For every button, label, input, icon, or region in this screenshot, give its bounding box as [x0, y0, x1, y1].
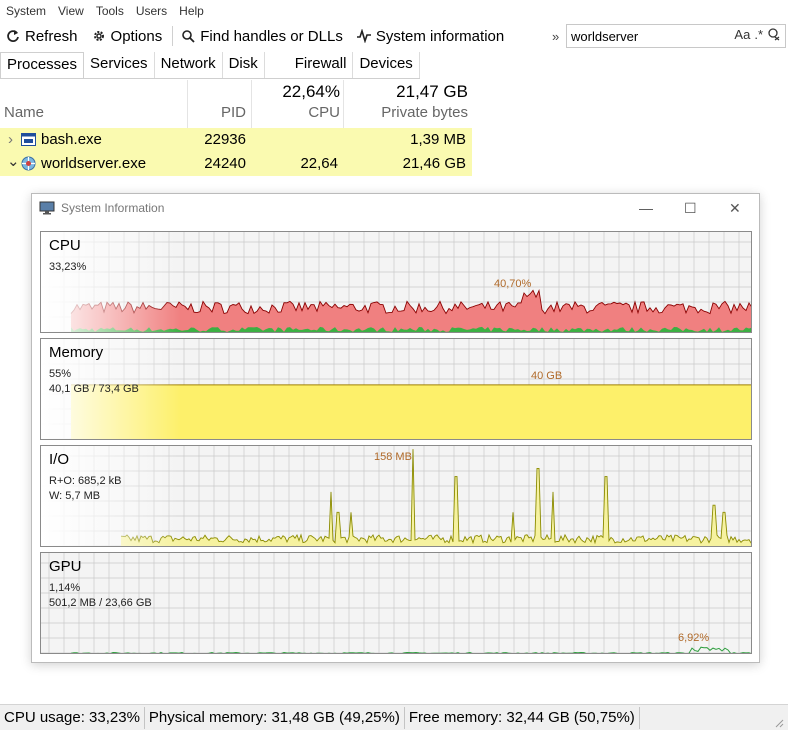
resize-grip-icon[interactable]: [772, 716, 784, 728]
cpu-graph-panel[interactable]: CPU 33,23% 40,70%: [40, 231, 752, 333]
process-name: bash.exe: [41, 131, 102, 148]
collapse-chevron-icon[interactable]: ⌄: [7, 152, 20, 170]
tab-disk[interactable]: Disk: [223, 52, 265, 78]
system-informer-app: System View Tools Users Help Refresh Opt…: [0, 0, 788, 730]
table-row[interactable]: ⌄ worldserver.exe 24240 22,64 21,46 GB: [0, 152, 472, 176]
options-button[interactable]: Options: [86, 23, 171, 49]
find-handles-label: Find handles or DLLs: [200, 27, 343, 45]
cpu-usage-value: 33,23%: [49, 261, 87, 273]
system-information-button[interactable]: System information: [351, 23, 512, 49]
io-write-value: W: 5,7 MB: [49, 490, 101, 502]
column-header-name[interactable]: Name: [4, 104, 44, 124]
search-input[interactable]: [571, 28, 721, 44]
options-label: Options: [110, 27, 163, 45]
system-information-window: System Information — ☐ ✕ CPU 33,23% 40,7…: [31, 193, 760, 663]
gear-icon: [93, 31, 104, 41]
process-cpu: 22,64: [300, 155, 338, 172]
pulse-icon: [356, 29, 371, 43]
status-physical-memory: Physical memory: 31,48 GB (49,25%): [145, 706, 405, 729]
tab-devices[interactable]: Devices: [353, 52, 420, 78]
memory-panel-title: Memory: [49, 344, 104, 361]
menu-view[interactable]: View: [52, 4, 90, 18]
regex-toggle[interactable]: .*: [754, 27, 763, 42]
refresh-label: Refresh: [25, 27, 78, 45]
refresh-button[interactable]: Refresh: [0, 23, 86, 49]
tab-services[interactable]: Services: [84, 52, 155, 78]
gpu-peak-label: 6,92%: [678, 632, 710, 644]
process-pid: 22936: [204, 131, 246, 148]
memory-graph: [41, 339, 751, 439]
cpu-total: 22,64%: [282, 82, 340, 101]
window-title: System Information: [61, 201, 165, 215]
table-row[interactable]: › bash.exe 22936 1,39 MB: [0, 128, 472, 152]
menu-users[interactable]: Users: [130, 4, 173, 18]
status-free-memory: Free memory: 32,44 GB (50,75%): [405, 706, 640, 729]
match-case-toggle[interactable]: Aa: [734, 27, 750, 42]
minimize-icon[interactable]: —: [639, 200, 653, 216]
io-peak-label: 158 MB: [374, 451, 412, 463]
console-app-icon: [21, 133, 36, 146]
process-private-bytes: 1,39 MB: [410, 131, 466, 148]
memory-peak-label: 40 GB: [531, 370, 563, 382]
cpu-graph: [41, 232, 751, 332]
private-bytes-total: 21,47 GB: [396, 82, 468, 101]
menu-bar: System View Tools Users Help: [0, 0, 788, 22]
close-icon[interactable]: ✕: [729, 200, 741, 217]
find-handles-button[interactable]: Find handles or DLLs: [175, 23, 351, 49]
column-header-private-bytes[interactable]: Private bytes: [348, 104, 468, 124]
column-divider: [343, 80, 344, 128]
io-panel-title: I/O: [49, 451, 70, 468]
process-pid: 24240: [204, 155, 246, 172]
search-area: » Aa .*: [552, 24, 786, 48]
menu-tools[interactable]: Tools: [90, 4, 130, 18]
window-titlebar[interactable]: System Information — ☐ ✕: [32, 194, 759, 222]
maximize-icon[interactable]: ☐: [684, 200, 697, 217]
column-divider: [187, 80, 188, 128]
column-header-pid[interactable]: PID: [190, 104, 246, 124]
gpu-memory-value: 501,2 MB / 23,66 GB: [49, 597, 152, 609]
io-graph-panel[interactable]: I/O R+O: 685,2 kB W: 5,7 MB 158 MB: [40, 445, 752, 547]
expand-chevron-icon[interactable]: ›: [8, 131, 13, 148]
process-private-bytes: 21,46 GB: [402, 155, 466, 172]
clear-search-icon[interactable]: [767, 27, 781, 41]
globe-app-icon: [21, 156, 36, 171]
tab-firewall[interactable]: Firewall: [289, 52, 354, 78]
search-icon: [182, 30, 195, 43]
memory-usage-value: 40,1 GB / 73,4 GB: [49, 383, 139, 395]
search-field[interactable]: Aa .*: [566, 24, 786, 48]
chevron-overflow-icon[interactable]: »: [552, 29, 566, 44]
toolbar: Refresh Options Find handles or DLLs Sys…: [0, 22, 788, 50]
tab-underline: [0, 78, 420, 79]
system-information-label: System information: [375, 27, 505, 45]
cpu-peak-label: 40,70%: [494, 278, 532, 290]
menu-system[interactable]: System: [0, 4, 52, 18]
process-name: worldserver.exe: [41, 155, 147, 172]
status-cpu-usage: CPU usage: 33,23%: [0, 706, 145, 729]
gpu-panel-title: GPU: [49, 558, 82, 575]
menu-help[interactable]: Help: [173, 4, 210, 18]
monitor-icon: [39, 201, 55, 215]
refresh-icon: [7, 30, 19, 42]
gpu-usage-value: 1,14%: [49, 582, 81, 594]
tab-bar: Processes Services Network Disk Firewall…: [0, 52, 420, 78]
memory-percent-value: 55%: [49, 368, 72, 380]
cpu-panel-title: CPU: [49, 237, 81, 254]
tab-processes[interactable]: Processes: [0, 52, 85, 78]
column-header-cpu[interactable]: CPU: [256, 104, 340, 124]
toolbar-separator: [172, 26, 174, 46]
gpu-graph-panel[interactable]: GPU 1,14% 501,2 MB / 23,66 GB 6,92%: [40, 552, 752, 654]
status-bar: CPU usage: 33,23% Physical memory: 31,48…: [0, 704, 788, 730]
memory-graph-panel[interactable]: Memory 55% 40,1 GB / 73,4 GB 40 GB: [40, 338, 752, 440]
search-options: Aa .*: [734, 27, 781, 42]
io-read-other-value: R+O: 685,2 kB: [49, 475, 122, 487]
tab-network[interactable]: Network: [155, 52, 223, 78]
